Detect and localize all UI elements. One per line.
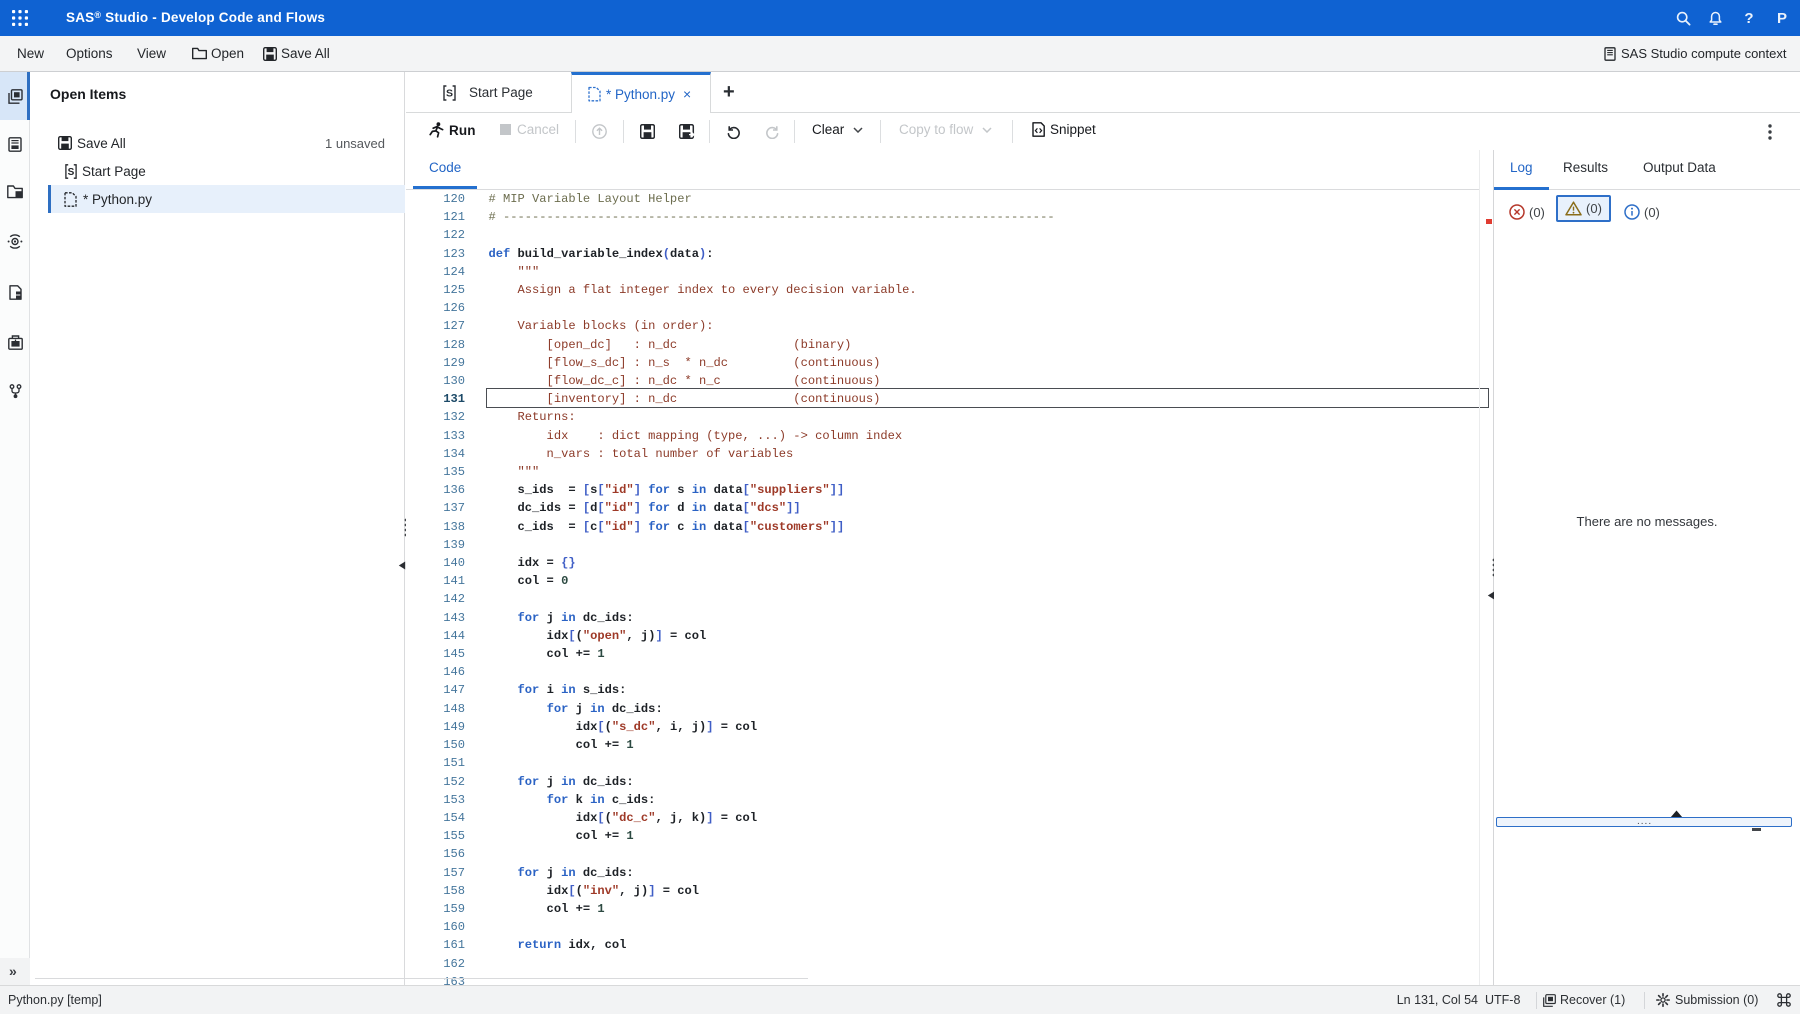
svg-text:S: S [68,167,75,178]
svg-text:S: S [446,87,453,99]
